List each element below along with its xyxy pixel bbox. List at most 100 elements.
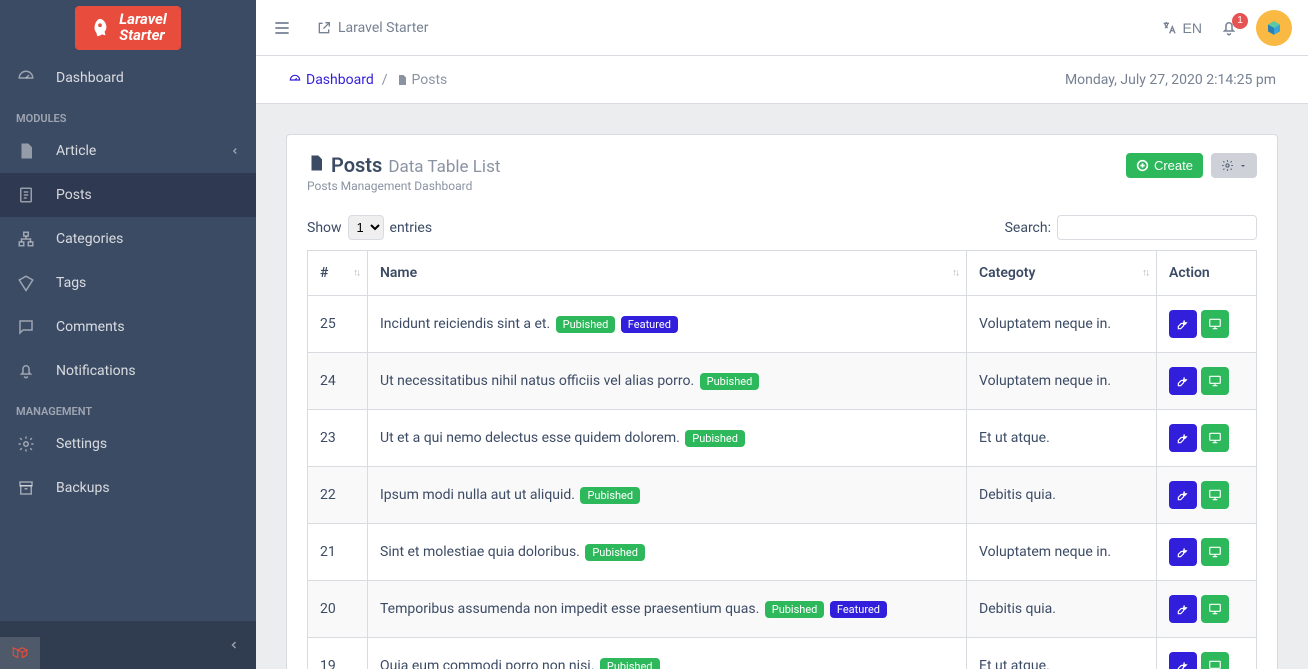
archive-icon	[16, 478, 36, 498]
laravel-footer-icon	[0, 637, 40, 669]
user-avatar[interactable]	[1256, 10, 1292, 46]
entries-select[interactable]: 10	[348, 215, 384, 240]
nav-notifications-label: Notifications	[56, 363, 240, 379]
featured-badge: Featured	[830, 601, 887, 618]
file-icon	[396, 74, 408, 86]
monitor-icon	[1208, 374, 1222, 388]
header: Laravel Starter EN 1	[256, 0, 1308, 56]
cell-name: Sint et molestiae quia doloribus. Pubish…	[368, 524, 967, 581]
edit-button[interactable]	[1169, 481, 1197, 509]
language-switcher[interactable]: EN	[1161, 20, 1202, 36]
cell-action	[1157, 581, 1257, 638]
notification-count-badge: 1	[1232, 13, 1248, 29]
breadcrumb-dashboard-label: Dashboard	[306, 72, 374, 88]
view-button[interactable]	[1201, 538, 1229, 566]
brand-text-line2: Starter	[119, 28, 166, 44]
search-input[interactable]	[1057, 215, 1257, 240]
published-badge: Pubished	[600, 658, 660, 669]
table-row: 25Incidunt reiciendis sint a et. Pubishe…	[308, 296, 1257, 353]
create-button[interactable]: Create	[1126, 153, 1203, 178]
monitor-icon	[1208, 488, 1222, 502]
nav-posts[interactable]: Posts	[0, 173, 256, 217]
cell-action	[1157, 467, 1257, 524]
featured-badge: Featured	[621, 316, 678, 333]
cell-id: 19	[308, 638, 368, 669]
sitemap-icon	[16, 229, 36, 249]
nav-tags-label: Tags	[56, 275, 240, 291]
monitor-icon	[1208, 317, 1222, 331]
table-row: 19Quia eum commodi porro non nisi. Pubis…	[308, 638, 1257, 669]
nav-article[interactable]: Article	[0, 129, 256, 173]
header-brand-link[interactable]: Laravel Starter	[316, 20, 428, 36]
view-button[interactable]	[1201, 424, 1229, 452]
language-label: EN	[1183, 20, 1202, 36]
settings-dropdown-button[interactable]	[1211, 153, 1257, 178]
edit-button[interactable]	[1169, 367, 1197, 395]
nav-dashboard[interactable]: Dashboard	[0, 56, 256, 100]
card-header: Posts Data Table List Posts Management D…	[287, 135, 1277, 203]
edit-button[interactable]	[1169, 424, 1197, 452]
tags-icon	[16, 273, 36, 293]
nav-tags[interactable]: Tags	[0, 261, 256, 305]
monitor-icon	[1208, 431, 1222, 445]
sort-icon: ↑↓	[1142, 268, 1148, 279]
cell-name: Temporibus assumenda non impedit esse pr…	[368, 581, 967, 638]
cell-action	[1157, 410, 1257, 467]
edit-button[interactable]	[1169, 652, 1197, 669]
document-icon	[16, 185, 36, 205]
published-badge: Pubished	[685, 430, 745, 447]
nav-settings-label: Settings	[56, 436, 240, 452]
chevron-left-icon	[228, 639, 240, 651]
view-button[interactable]	[1201, 367, 1229, 395]
view-button[interactable]	[1201, 595, 1229, 623]
view-button[interactable]	[1201, 310, 1229, 338]
cell-category: Voluptatem neque in.	[967, 524, 1157, 581]
menu-icon	[272, 18, 292, 38]
bell-icon	[16, 361, 36, 381]
external-link-icon	[316, 20, 332, 36]
entries-label: entries	[390, 220, 433, 236]
cell-category: Voluptatem neque in.	[967, 353, 1157, 410]
col-header-name[interactable]: Name ↑↓	[368, 251, 967, 296]
monitor-icon	[1208, 602, 1222, 616]
monitor-icon	[1208, 659, 1222, 669]
notifications-button[interactable]: 1	[1220, 19, 1238, 37]
breadcrumb-current: Posts	[396, 72, 448, 88]
nav-article-label: Article	[56, 143, 230, 159]
nav-backups[interactable]: Backups	[0, 466, 256, 510]
monitor-icon	[1208, 545, 1222, 559]
card-subtitle: Posts Management Dashboard	[307, 179, 500, 193]
cell-id: 25	[308, 296, 368, 353]
wrench-icon	[1176, 545, 1190, 559]
cell-category: Debitis quia.	[967, 467, 1157, 524]
edit-button[interactable]	[1169, 595, 1197, 623]
sidebar: Laravel Starter Dashboard MODULES Articl…	[0, 0, 256, 669]
speedometer-icon	[288, 73, 302, 87]
nav-notifications[interactable]: Notifications	[0, 349, 256, 393]
nav-section-modules: MODULES	[0, 100, 256, 129]
view-button[interactable]	[1201, 481, 1229, 509]
breadcrumb-posts-label: Posts	[412, 72, 448, 88]
edit-button[interactable]	[1169, 538, 1197, 566]
translate-icon	[1161, 20, 1177, 36]
view-button[interactable]	[1201, 652, 1229, 669]
breadcrumb-dashboard[interactable]: Dashboard	[288, 72, 374, 88]
sort-icon: ↑↓	[353, 268, 359, 279]
wrench-icon	[1176, 659, 1190, 669]
create-button-label: Create	[1154, 158, 1193, 173]
sidebar-toggle-button[interactable]	[272, 18, 292, 38]
nav-backups-label: Backups	[56, 480, 240, 496]
col-header-category[interactable]: Categoty ↑↓	[967, 251, 1157, 296]
col-header-id[interactable]: # ↑↓	[308, 251, 368, 296]
card-title-text: Posts	[331, 153, 382, 177]
nav-comments[interactable]: Comments	[0, 305, 256, 349]
chevron-left-icon	[230, 146, 240, 156]
cell-action	[1157, 524, 1257, 581]
wrench-icon	[1176, 431, 1190, 445]
sidebar-brand[interactable]: Laravel Starter	[0, 0, 256, 56]
nav-settings[interactable]: Settings	[0, 422, 256, 466]
edit-button[interactable]	[1169, 310, 1197, 338]
nav-dashboard-label: Dashboard	[56, 70, 240, 86]
nav-categories[interactable]: Categories	[0, 217, 256, 261]
speedometer-icon	[16, 68, 36, 88]
